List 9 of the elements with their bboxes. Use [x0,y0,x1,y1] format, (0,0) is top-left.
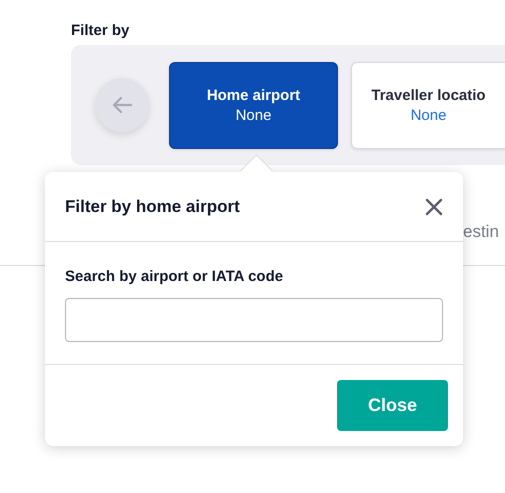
search-field[interactable] [65,298,443,342]
filter-card[interactable]: Home airport None [169,62,338,148]
filter-heading: Filter by [71,22,130,39]
popup-title: Filter by home airport [65,196,240,216]
close-icon[interactable] [425,198,443,216]
filter-card[interactable]: Traveller locatio None [351,62,505,148]
field-label: Search by airport or IATA code [65,268,284,285]
tab-label[interactable]: estin [463,222,499,241]
back-arrow-icon [111,96,133,114]
